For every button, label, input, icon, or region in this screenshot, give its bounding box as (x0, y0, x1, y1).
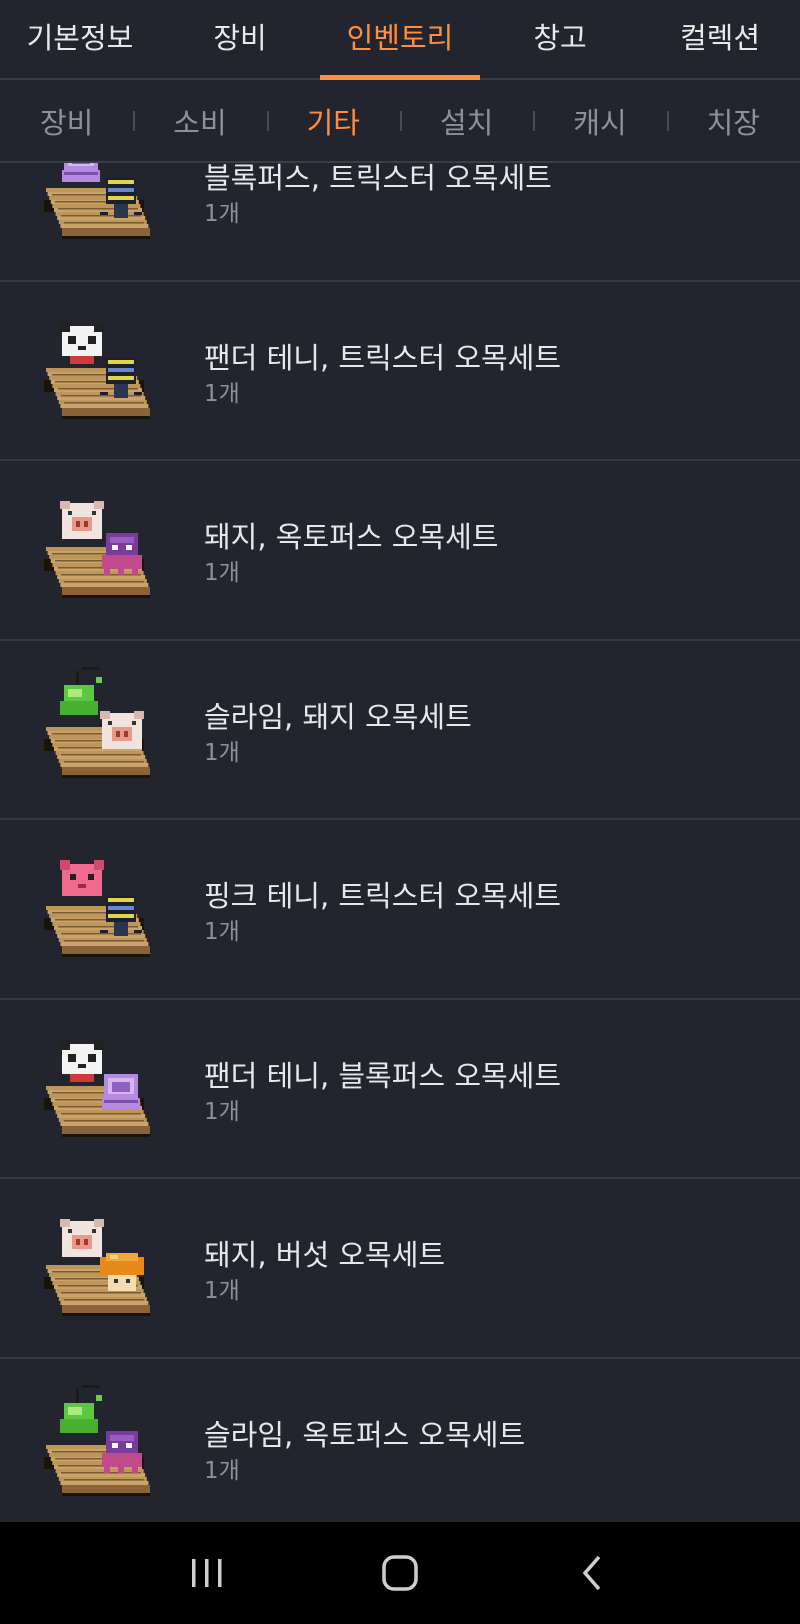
omok-set-icon (44, 666, 150, 778)
item-name: 돼지, 옥토퍼스 오목세트 (204, 520, 499, 554)
item-count: 1개 (204, 380, 240, 407)
item-count: 1개 (204, 201, 240, 227)
tab-equipment[interactable]: 장비 (160, 0, 320, 78)
back-icon (582, 1555, 601, 1591)
subtab-consume[interactable]: 소비 (133, 100, 266, 142)
home-button[interactable] (370, 1543, 430, 1603)
item-name: 팬더 테니, 트릭스터 오목세트 (204, 340, 562, 375)
item-name: 팬더 테니, 블록퍼스 오목세트 (204, 1058, 562, 1093)
inventory-list[interactable]: 블록퍼스, 트릭스터 오목세트 1개 팬더 테니, 트릭스터 오목세트 1개 돼… (0, 102, 800, 1522)
omok-set-icon (44, 1384, 150, 1496)
omok-set-icon (44, 321, 150, 419)
item-name: 슬라임, 옥토퍼스 오목세트 (204, 1417, 526, 1452)
system-nav-bar (0, 1522, 800, 1624)
item-count: 1개 (204, 1278, 240, 1304)
tab-basic-info[interactable]: 기본정보 (0, 0, 160, 78)
recent-apps-icon (191, 1559, 222, 1587)
top-tab-bar: 기본정보 장비 인벤토리 창고 컬렉션 (0, 0, 800, 80)
list-item[interactable]: 팬더 테니, 트릭스터 오목세트 1개 (0, 282, 800, 461)
item-name: 돼지, 버섯 오목세트 (204, 1238, 446, 1272)
item-count: 1개 (204, 739, 240, 766)
subtab-cosmetic[interactable]: 치장 (666, 100, 800, 142)
item-name: 슬라임, 돼지 오목세트 (204, 699, 472, 734)
list-item[interactable]: 돼지, 옥토퍼스 오목세트 1개 (0, 461, 800, 641)
item-count: 1개 (204, 1457, 240, 1484)
subtab-cash[interactable]: 캐시 (533, 100, 666, 142)
item-name: 핑크 테니, 트릭스터 오목세트 (204, 879, 562, 913)
omok-set-icon (44, 1039, 150, 1137)
list-item[interactable]: 슬라임, 옥토퍼스 오목세트 1개 (0, 1359, 800, 1523)
list-item[interactable]: 핑크 테니, 트릭스터 오목세트 1개 (0, 820, 800, 1000)
tab-storage[interactable]: 창고 (480, 0, 640, 78)
item-count: 1개 (204, 560, 240, 586)
list-item[interactable]: 팬더 테니, 블록퍼스 오목세트 1개 (0, 1000, 800, 1179)
recent-apps-button[interactable] (177, 1543, 237, 1603)
subtab-equip[interactable]: 장비 (0, 100, 133, 142)
subtab-etc[interactable]: 기타 (266, 100, 400, 142)
home-icon (382, 1555, 418, 1591)
list-item[interactable]: 슬라임, 돼지 오목세트 1개 (0, 641, 800, 820)
item-count: 1개 (204, 1098, 240, 1125)
item-count: 1개 (204, 919, 240, 945)
omok-set-icon (44, 1219, 150, 1316)
tab-inventory[interactable]: 인벤토리 (320, 0, 480, 80)
tab-collection[interactable]: 컬렉션 (640, 0, 800, 78)
subtab-install[interactable]: 설치 (399, 100, 533, 142)
omok-set-icon (44, 860, 150, 957)
back-button[interactable] (563, 1543, 623, 1603)
item-name: 블록퍼스, 트릭스터 오목세트 (204, 161, 552, 195)
sub-tab-bar: 장비 소비 기타 설치 캐시 치장 (0, 80, 800, 163)
omok-set-icon (44, 501, 150, 598)
list-item[interactable]: 돼지, 버섯 오목세트 1개 (0, 1179, 800, 1359)
